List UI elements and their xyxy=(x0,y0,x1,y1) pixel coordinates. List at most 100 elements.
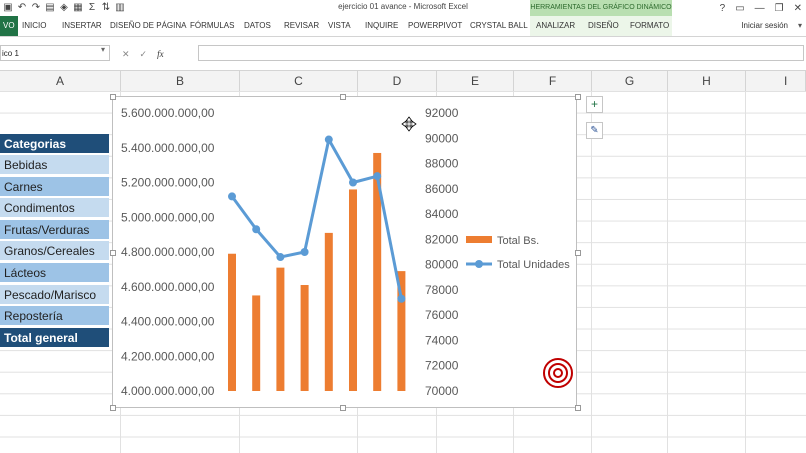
table-row[interactable]: Bebidas xyxy=(0,155,109,175)
tab-inquire[interactable]: INQUIRE xyxy=(365,16,398,36)
enter-icon[interactable]: ✓ xyxy=(140,49,148,60)
resize-handle[interactable] xyxy=(110,94,116,100)
chart-styles-button[interactable]: ✎ xyxy=(586,122,603,139)
minimize-icon[interactable]: — xyxy=(755,3,765,14)
left-axis-tick-label: 4.000.000.000,00 xyxy=(121,384,215,398)
column-header-d[interactable]: D xyxy=(358,71,437,91)
line-point[interactable] xyxy=(300,248,309,256)
legend-label: Total Bs. xyxy=(497,235,539,247)
right-axis-tick-label: 78000 xyxy=(425,283,459,297)
table-header[interactable]: Categorias xyxy=(0,134,109,154)
title-bar: ▣ ↶ ↷ ▤ ◈ ▦ Σ ⇅ ▥ ejercicio 01 avance - … xyxy=(0,0,806,16)
line-point[interactable] xyxy=(324,135,333,144)
line-point[interactable] xyxy=(228,192,236,201)
ribbon-tabs: VO INICIO INSERTAR DISEÑO DE PÁGINA FÓRM… xyxy=(0,16,806,37)
column-header-a[interactable]: A xyxy=(0,71,121,91)
bar[interactable] xyxy=(252,295,261,391)
right-axis-tick-label: 80000 xyxy=(425,258,459,272)
tab-diseno-pagina[interactable]: DISEÑO DE PÁGINA xyxy=(110,16,186,36)
line-point[interactable] xyxy=(252,225,261,234)
tab-datos[interactable]: DATOS xyxy=(244,16,271,36)
ribbon-display-icon[interactable]: ▭ xyxy=(735,3,744,14)
cancel-icon[interactable]: ✕ xyxy=(122,49,130,60)
chart-legend[interactable]: Total Bs. Total Unidades xyxy=(466,235,570,271)
resize-handle[interactable] xyxy=(110,405,116,411)
column-header-e[interactable]: E xyxy=(437,71,514,91)
tab-formulas[interactable]: FÓRMULAS xyxy=(190,16,234,36)
table-row[interactable]: Condimentos xyxy=(0,198,109,218)
table-row[interactable]: Pescado/Marisco xyxy=(0,285,109,305)
resize-handle[interactable] xyxy=(110,250,116,256)
right-axis-tick-label: 74000 xyxy=(425,333,459,347)
restore-icon[interactable]: ❐ xyxy=(775,3,784,14)
column-header-b[interactable]: B xyxy=(121,71,240,91)
column-header-h[interactable]: H xyxy=(668,71,746,91)
resize-handle[interactable] xyxy=(575,94,581,100)
chart-tools-tabs: ANALIZAR DISEÑO FORMATO xyxy=(530,16,672,36)
line-point[interactable] xyxy=(349,178,357,187)
resize-handle[interactable] xyxy=(340,94,346,100)
table-row[interactable]: Lácteos xyxy=(0,263,109,283)
right-axis-tick-label: 82000 xyxy=(425,232,459,246)
line-point[interactable] xyxy=(373,172,382,181)
bar[interactable] xyxy=(228,253,236,391)
sign-in-link[interactable]: Iniciar sesión xyxy=(741,16,788,36)
insert-function-icon[interactable]: fx xyxy=(157,49,164,59)
column-headers: A B C D E F G H I xyxy=(0,70,806,92)
bar[interactable] xyxy=(324,232,333,391)
window-title: ejercicio 01 avance - Microsoft Excel xyxy=(338,2,468,11)
bar[interactable] xyxy=(349,189,357,391)
right-axis-tick-label: 90000 xyxy=(425,131,459,145)
bar[interactable] xyxy=(276,267,285,391)
column-header-g[interactable]: G xyxy=(592,71,668,91)
column-header-f[interactable]: F xyxy=(514,71,592,91)
table-row[interactable]: Granos/Cereales xyxy=(0,241,109,261)
table-total-row[interactable]: Total general xyxy=(0,328,109,348)
tab-vista[interactable]: VISTA xyxy=(328,16,351,36)
name-box-dropdown-icon[interactable]: ▾ xyxy=(101,45,105,54)
left-axis-tick-label: 5.400.000.000,00 xyxy=(121,141,215,155)
column-header-c[interactable]: C xyxy=(240,71,358,91)
bar[interactable] xyxy=(300,285,309,391)
pivot-chart[interactable]: 5.600.000.000,00 5.400.000.000,00 5.200.00… xyxy=(112,96,577,408)
right-axis-tick-label: 92000 xyxy=(425,106,459,120)
chart-canvas: 5.600.000.000,00 5.400.000.000,00 5.200.00… xyxy=(121,106,573,398)
legend-swatch-point xyxy=(475,260,483,268)
tab-revisar[interactable]: REVISAR xyxy=(284,16,319,36)
left-axis-tick-label: 4.800.000.000,00 xyxy=(121,245,215,259)
formula-buttons: ✕ ✓ fx xyxy=(122,46,164,62)
resize-handle[interactable] xyxy=(575,250,581,256)
right-axis-tick-label: 84000 xyxy=(425,207,459,221)
left-axis: 5.600.000.000,00 5.400.000.000,00 5.200.00… xyxy=(121,106,215,398)
tab-diseno[interactable]: DISEÑO xyxy=(588,16,619,36)
table-row[interactable]: Frutas/Verduras xyxy=(0,220,109,240)
right-axis-tick-label: 76000 xyxy=(425,308,459,322)
move-cursor-icon xyxy=(401,116,417,132)
tab-powerpivot[interactable]: POWERPIVOT xyxy=(408,16,462,36)
left-axis-tick-label: 4.400.000.000,00 xyxy=(121,315,215,329)
name-box[interactable]: ico 1 xyxy=(0,45,110,61)
line-point[interactable] xyxy=(397,294,406,303)
collapse-ribbon-icon[interactable]: ▾ xyxy=(798,21,802,30)
chart-elements-button[interactable]: + xyxy=(586,96,603,113)
resize-handle[interactable] xyxy=(340,405,346,411)
line-point[interactable] xyxy=(276,253,285,262)
column-header-i[interactable]: I xyxy=(746,71,806,91)
legend-swatch-bar xyxy=(466,236,492,243)
tab-insertar[interactable]: INSERTAR xyxy=(62,16,102,36)
tab-crystal-ball[interactable]: CRYSTAL BALL xyxy=(470,16,528,36)
right-axis-tick-label: 86000 xyxy=(425,182,459,196)
tab-analizar[interactable]: ANALIZAR xyxy=(536,16,575,36)
table-row[interactable]: Repostería xyxy=(0,306,109,326)
tab-inicio[interactable]: INICIO xyxy=(22,16,46,36)
resize-handle[interactable] xyxy=(575,405,581,411)
help-icon[interactable]: ? xyxy=(720,3,726,14)
left-axis-tick-label: 4.600.000.000,00 xyxy=(121,280,215,294)
close-icon[interactable]: ✕ xyxy=(794,3,802,14)
formula-input[interactable] xyxy=(198,45,804,61)
table-row[interactable]: Carnes xyxy=(0,177,109,197)
formula-bar: ico 1 ▾ ✕ ✓ fx xyxy=(0,44,806,64)
left-axis-tick-label: 5.600.000.000,00 xyxy=(121,106,215,120)
tab-file[interactable]: VO xyxy=(0,16,18,36)
tab-formato[interactable]: FORMATO xyxy=(630,16,669,36)
